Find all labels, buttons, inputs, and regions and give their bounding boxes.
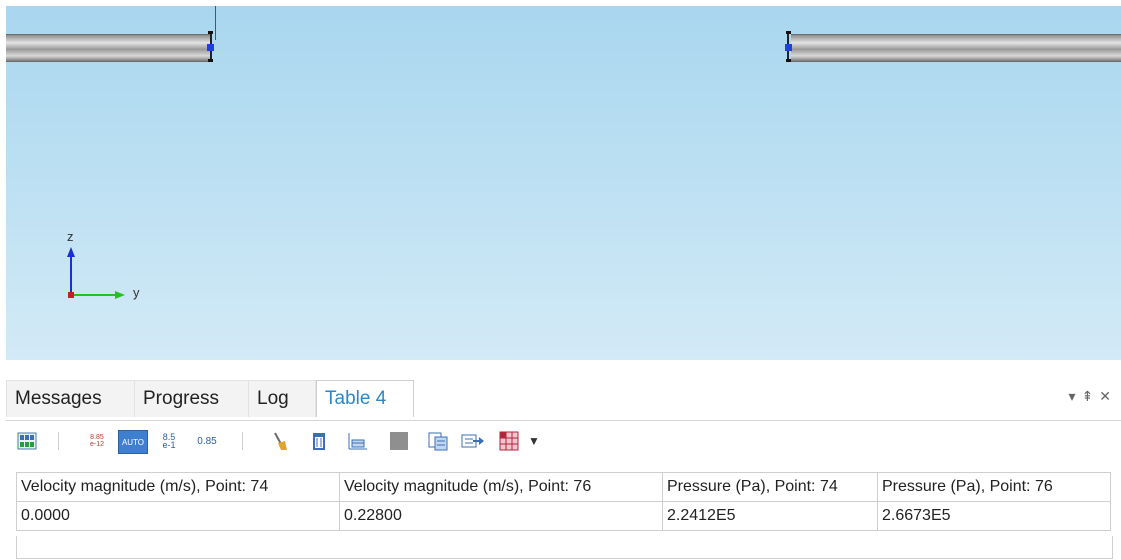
table-plot-icon xyxy=(348,433,367,450)
point-76-marker[interactable] xyxy=(785,44,792,51)
colored-grid-icon xyxy=(499,431,519,451)
panel-tabs: Messages Progress Log Table 4 xyxy=(6,376,1121,420)
vertex-tick xyxy=(786,59,791,62)
full-precision-button[interactable] xyxy=(388,430,410,452)
point-74-marker[interactable] xyxy=(207,44,214,51)
axis-label-y: y xyxy=(133,285,140,300)
toolbar-separator xyxy=(58,432,59,450)
results-table: Velocity magnitude (m/s), Point: 74 Velo… xyxy=(16,472,1111,531)
gray-square-icon xyxy=(390,432,408,450)
dropdown-arrow-icon[interactable]: ▾ xyxy=(1069,388,1082,404)
toolbar-separator xyxy=(242,432,243,450)
trash-icon xyxy=(313,433,325,450)
table-empty-area xyxy=(16,536,1113,559)
pin-icon[interactable]: ⇞ xyxy=(1082,388,1100,404)
format-decimal-button[interactable]: 0.85 xyxy=(190,430,224,452)
pipe-segment-left[interactable] xyxy=(6,34,211,62)
format-auto-label: AUTO xyxy=(121,437,145,447)
column-header[interactable]: Pressure (Pa), Point: 74 xyxy=(662,472,878,502)
graphics-viewport[interactable]: z y xyxy=(6,6,1121,360)
close-icon[interactable]: ✕ xyxy=(1099,388,1117,404)
coordinate-axes-triad: z y xyxy=(51,221,161,311)
geometry-edge-line xyxy=(215,6,216,40)
heatmap-table-button[interactable] xyxy=(498,430,520,452)
copy-table-button[interactable] xyxy=(426,430,450,452)
window-controls: ▾⇞✕ xyxy=(1069,388,1118,405)
chevron-down-icon: ▼ xyxy=(528,434,540,448)
format-engineering-button[interactable]: 8.85 e-12 xyxy=(84,430,110,452)
column-header[interactable]: Velocity magnitude (m/s), Point: 74 xyxy=(16,472,340,502)
format-auto-button[interactable]: AUTO xyxy=(118,430,148,454)
table-graph-button[interactable] xyxy=(346,430,370,452)
clear-button[interactable] xyxy=(268,430,290,452)
delete-table-button[interactable] xyxy=(308,430,330,452)
tab-log[interactable]: Log xyxy=(248,380,316,417)
export-icon xyxy=(461,434,484,448)
broom-icon xyxy=(274,432,287,450)
format-engineering-label: 8.85 e-12 xyxy=(89,434,104,448)
tab-progress[interactable]: Progress xyxy=(134,380,256,417)
pipe-segment-right[interactable] xyxy=(791,34,1121,62)
table-toolbar: 8.85 e-12 AUTO 8.5 e-1 0.85 ▼ xyxy=(6,424,1121,456)
table-settings-button[interactable] xyxy=(16,430,38,452)
axis-label-z: z xyxy=(67,229,74,244)
copy-table-icon xyxy=(428,432,448,451)
table-grid-icon xyxy=(17,432,37,450)
format-scientific-button[interactable]: 8.5 e-1 xyxy=(156,430,182,452)
export-table-button[interactable] xyxy=(460,430,486,452)
format-scientific-label: 8.5 e-1 xyxy=(162,432,176,450)
column-header[interactable]: Velocity magnitude (m/s), Point: 76 xyxy=(339,472,663,502)
tab-underline xyxy=(6,420,1121,421)
table-row[interactable]: 0.0000 0.22800 2.2412E5 2.6673E5 xyxy=(16,501,1111,531)
toolbar-more-dropdown[interactable]: ▼ xyxy=(526,430,542,452)
table-cell[interactable]: 2.2412E5 xyxy=(662,501,878,531)
results-panel: Messages Progress Log Table 4 ▾⇞✕ 8.85 e… xyxy=(6,368,1121,560)
vertex-tick xyxy=(208,31,213,34)
table-cell[interactable]: 2.6673E5 xyxy=(877,501,1111,531)
vertex-tick xyxy=(208,59,213,62)
tab-table-4[interactable]: Table 4 xyxy=(316,380,414,417)
tab-messages[interactable]: Messages xyxy=(6,380,136,417)
table-cell[interactable]: 0.0000 xyxy=(16,501,340,531)
vertex-tick xyxy=(786,31,791,34)
column-header[interactable]: Pressure (Pa), Point: 76 xyxy=(877,472,1111,502)
format-decimal-label: 0.85 xyxy=(197,435,217,447)
table-header-row: Velocity magnitude (m/s), Point: 74 Velo… xyxy=(16,472,1111,502)
table-cell[interactable]: 0.22800 xyxy=(339,501,663,531)
